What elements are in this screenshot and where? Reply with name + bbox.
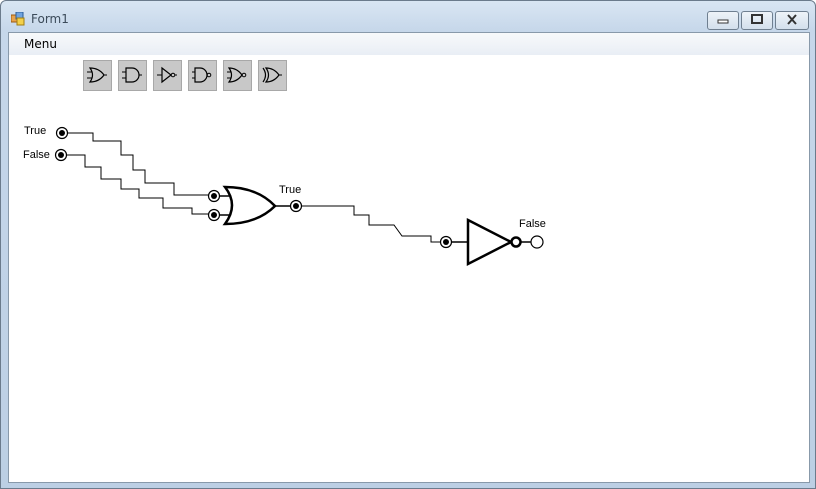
form-client-area: Menu True False True False — [8, 32, 810, 483]
not-output-terminal[interactable] — [530, 235, 544, 249]
wire-input1-to-or — [68, 132, 209, 196]
or-input1-terminal[interactable] — [207, 189, 221, 203]
minimize-button[interactable] — [707, 11, 739, 30]
window-title: Form1 — [31, 12, 69, 26]
input1-terminal[interactable] — [55, 126, 69, 140]
not-input-terminal[interactable] — [439, 235, 453, 249]
or-input2-terminal[interactable] — [207, 208, 221, 222]
wire-or-to-not — [301, 205, 441, 243]
minimize-icon — [717, 19, 729, 24]
not-output-value-label: False — [519, 218, 546, 230]
close-button[interactable] — [775, 11, 809, 30]
maximize-button[interactable] — [741, 11, 773, 30]
maximize-icon — [751, 14, 763, 24]
windows-forms-app-icon — [11, 12, 25, 26]
input1-value-label: True — [24, 125, 47, 137]
wire-input2-to-or — [67, 154, 209, 215]
close-icon — [787, 14, 797, 25]
app-window: Form1 Menu True False True False — [0, 0, 816, 489]
or-output-value-label: True — [279, 184, 302, 196]
circuit-canvas[interactable] — [9, 33, 809, 482]
or-output-terminal[interactable] — [289, 199, 303, 213]
input2-terminal[interactable] — [54, 148, 68, 162]
title-bar[interactable]: Form1 — [1, 1, 815, 32]
input2-value-label: False — [23, 149, 50, 161]
